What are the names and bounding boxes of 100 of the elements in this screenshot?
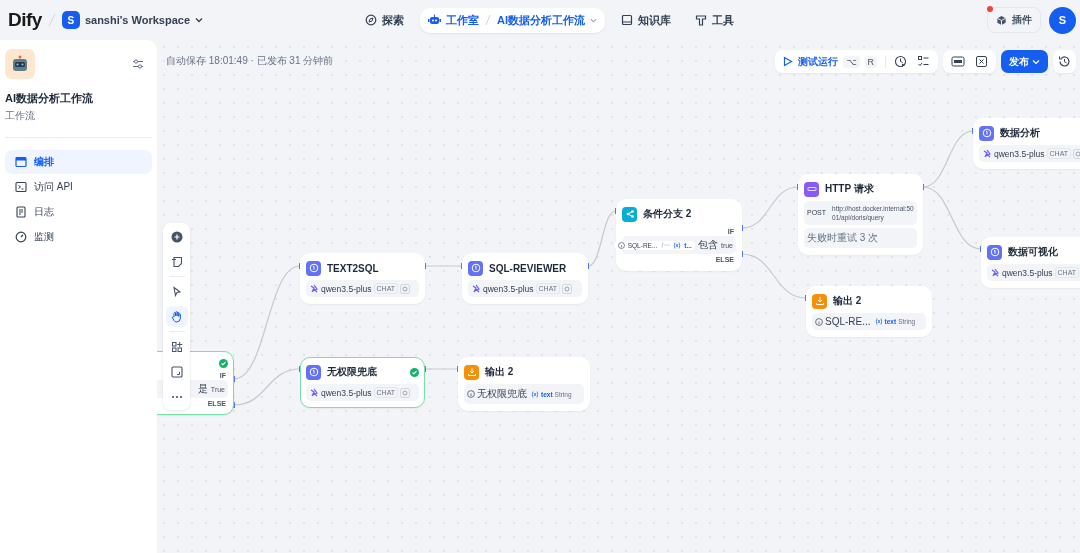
window-icon (15, 156, 27, 168)
save-status: 自动保存 18:01:49 · 已发布 31 分钟前 (166, 54, 334, 68)
connector (741, 251, 807, 301)
hammer-icon (695, 14, 707, 26)
settings-icon (562, 283, 573, 294)
nav-tab[interactable]: 工具 (687, 7, 742, 33)
node-title: 数据可视化 (1008, 245, 1058, 259)
model-name: qwen3.5-plus (483, 283, 534, 294)
robot-icon (5, 49, 35, 79)
node-title: SQL-REVIEWER (489, 262, 567, 274)
terminal-icon (15, 181, 27, 193)
info-icon (617, 241, 625, 249)
chevron-down-icon (195, 16, 204, 24)
gauge-icon (15, 231, 27, 243)
variable-icon (874, 318, 883, 325)
node-type-icon (468, 260, 483, 276)
connector (922, 184, 982, 252)
node-title: TEXT2SQL (327, 262, 379, 274)
sidebar-item[interactable]: 日志 (5, 200, 152, 224)
model-name: qwen3.5-plus (321, 387, 372, 398)
info-icon (467, 390, 475, 398)
node-type-icon (306, 260, 321, 276)
variable-icon (975, 55, 988, 68)
node-type-icon (306, 364, 321, 380)
checklist-icon (917, 55, 930, 68)
minimap-icon (170, 365, 183, 378)
sidebar-item[interactable]: 编排 (5, 150, 152, 174)
slash-separator (484, 13, 492, 27)
sidebar-item[interactable]: 访问 API (5, 175, 152, 199)
model-logo-icon (309, 283, 319, 294)
run-history-button[interactable] (892, 55, 909, 68)
check-icon (219, 359, 228, 368)
node-title: 输出 2 (485, 365, 514, 379)
node-title: HTTP 请求 (825, 182, 874, 196)
test-run-button[interactable]: 测试运行 ⌥ R (781, 54, 879, 69)
sticky-note-icon (170, 255, 183, 268)
history-button[interactable] (1053, 50, 1076, 73)
compass-icon (365, 14, 377, 26)
node-type-icon (804, 181, 819, 197)
more-icon (170, 394, 183, 399)
model-logo-icon (982, 148, 992, 159)
cube-icon (996, 14, 1007, 26)
env-button[interactable] (949, 55, 967, 68)
connector (741, 184, 799, 231)
play-icon (783, 56, 794, 67)
condition-operator: 是 (197, 382, 208, 396)
shortcut-key: R (864, 55, 877, 68)
chevron-down-icon (1032, 57, 1040, 66)
model-logo-icon (990, 267, 1000, 278)
hand-icon (170, 310, 183, 323)
settings-icon (1073, 148, 1080, 159)
model-logo-icon (309, 387, 319, 398)
env-icon (951, 55, 965, 68)
node-title: 输出 2 (833, 294, 862, 308)
app-type: 工作流 (5, 109, 36, 123)
history-icon (1058, 55, 1071, 68)
settings-icon (400, 387, 411, 398)
node-type-icon (622, 206, 637, 222)
chevron-down-icon (590, 16, 597, 24)
node-type-icon (812, 293, 827, 309)
nav-tab[interactable]: 知识库 (613, 7, 679, 33)
user-avatar[interactable]: S (1049, 6, 1076, 34)
node-type-icon (987, 244, 1002, 260)
shortcut-key: ⌥ (843, 55, 860, 68)
layout-icon (170, 340, 183, 353)
node-title: 条件分支 2 (643, 207, 692, 221)
node-title: 无权限兜底 (327, 365, 377, 379)
checklist-button[interactable] (915, 55, 932, 68)
check-icon (410, 367, 419, 377)
plus-icon (170, 230, 183, 243)
robot-icon (428, 14, 441, 26)
nav-tab[interactable]: 探索 (357, 7, 412, 33)
settings-icon[interactable] (132, 58, 144, 70)
model-name: qwen3.5-plus (321, 283, 372, 294)
workspace-switcher[interactable]: S sanshi's Workspace (61, 11, 204, 29)
variable-icon (531, 390, 539, 398)
book-icon (621, 14, 633, 26)
clock-play-icon (894, 55, 907, 68)
variable-button[interactable] (973, 55, 990, 68)
app-name: AI数据分析工作流 (5, 91, 94, 106)
nav-tab[interactable]: 工作室 AI数据分析工作流 (420, 7, 605, 33)
retry-setting: 失败时重试 3 次 (804, 228, 917, 249)
cursor-icon (170, 285, 183, 298)
model-name: qwen3.5-plus (1002, 267, 1053, 278)
document-icon (15, 206, 27, 218)
settings-icon (400, 283, 411, 294)
hand-tool[interactable] (165, 306, 188, 327)
publish-button[interactable]: 发布 (1001, 50, 1048, 73)
node-title: 数据分析 (1000, 126, 1040, 140)
slash-separator (47, 12, 56, 28)
model-logo-icon (471, 283, 481, 294)
model-name: qwen3.5-plus (994, 148, 1045, 159)
condition-operator: 包含 (697, 238, 718, 252)
sidebar-item[interactable]: 监测 (5, 225, 152, 249)
info-icon (815, 317, 823, 326)
plugins-button[interactable]: 插件 (987, 7, 1041, 33)
node-type-icon (464, 364, 479, 380)
variable-icon (673, 241, 682, 249)
logo: Dify (8, 9, 42, 31)
node-type-icon (979, 125, 994, 141)
